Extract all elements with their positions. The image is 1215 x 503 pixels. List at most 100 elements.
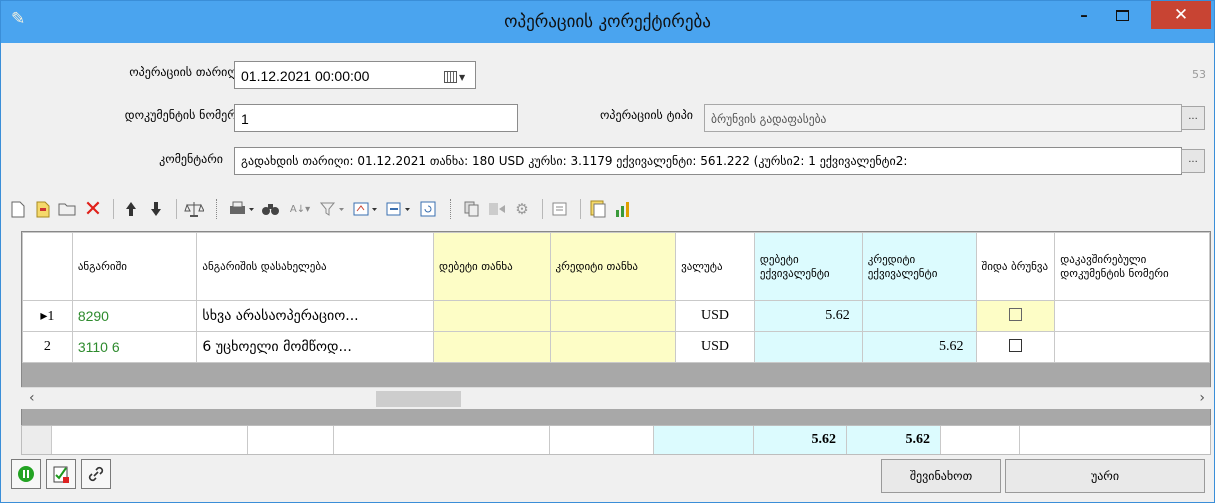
date-value: 01.12.2021 00:00:00	[241, 68, 370, 84]
pause-button[interactable]	[11, 459, 41, 489]
new-document-icon[interactable]	[7, 197, 29, 221]
totals-corner	[22, 426, 52, 454]
maximize-icon	[1115, 9, 1129, 21]
toolbar-grip	[216, 199, 219, 219]
refresh-icon[interactable]	[417, 197, 439, 221]
docnum-value: 1	[241, 111, 249, 127]
comment-value: გადახდის თარიღი: 01.12.2021 თანხა: 180 U…	[241, 154, 908, 168]
account-cell[interactable]: 3110 6	[71, 331, 198, 363]
row-number[interactable]: ▸1	[22, 300, 73, 332]
debit-equiv-cell[interactable]	[753, 331, 863, 363]
docnum-label: დოკუმენტის ნომერი	[124, 108, 243, 122]
account-name-cell[interactable]: 6 უცხოელი მომწოდ...	[196, 331, 434, 363]
total-credit-equiv: 5.62	[847, 426, 941, 454]
record-counter: 53	[1192, 68, 1206, 81]
scroll-thumb[interactable]	[376, 391, 461, 407]
entries-table: ანგარიში ანგარიშის დასახელება დებეტი თან…	[22, 232, 1210, 363]
internal-turnover-checkbox[interactable]	[1008, 307, 1022, 321]
save-button[interactable]: შევინახოთ	[881, 459, 1001, 493]
docnum-field[interactable]: 1	[234, 104, 518, 132]
text-edit-icon[interactable]	[549, 197, 571, 221]
date-field[interactable]: 01.12.2021 00:00:00	[234, 61, 476, 89]
checklist-button[interactable]	[46, 459, 76, 489]
table-row[interactable]: 2 3110 6 6 უცხოელი მომწოდ... USD 5.62	[22, 331, 1210, 363]
window-title: ოპერაციის კორექტირება	[504, 12, 711, 32]
account-name-cell[interactable]: სხვა არასაოპერაციო...	[196, 300, 434, 332]
link-button[interactable]	[81, 459, 111, 489]
move-up-icon[interactable]	[120, 197, 142, 221]
export-icon[interactable]	[384, 197, 414, 221]
date-label: ოპერაციის თარიღი	[129, 65, 243, 79]
comment-label: კომენტარი	[159, 152, 223, 166]
delete-icon[interactable]: ✕	[82, 197, 104, 222]
optype-label: ოპერაციის ტიპი	[600, 108, 693, 122]
col-account[interactable]: ანგარიში	[71, 232, 198, 301]
col-credit-equiv[interactable]: კრედიტი ექვივალენტი	[861, 232, 977, 301]
debit-equiv-cell[interactable]: 5.62	[753, 300, 863, 332]
horizontal-scrollbar[interactable]: ‹ ›	[21, 387, 1211, 409]
link-icon	[88, 466, 104, 482]
scroll-left-icon[interactable]: ‹	[29, 390, 35, 406]
find-binoculars-icon[interactable]	[260, 197, 282, 221]
column-chooser-icon[interactable]	[351, 197, 381, 221]
close-button[interactable]: ✕	[1151, 1, 1211, 29]
currency-cell[interactable]: USD	[675, 300, 755, 332]
row-number[interactable]: 2	[22, 331, 73, 363]
filter-icon[interactable]	[318, 197, 348, 221]
linked-doc-cell[interactable]	[1054, 300, 1210, 332]
linked-doc-cell[interactable]	[1054, 331, 1210, 363]
col-linked-doc[interactable]: დაკავშირებული დოკუმენტის ნომერი	[1054, 232, 1210, 301]
balance-scale-icon[interactable]	[183, 197, 205, 221]
comment-browse-button[interactable]: ...	[1181, 149, 1205, 173]
credit-amount-cell[interactable]	[549, 331, 677, 363]
credit-equiv-cell[interactable]	[861, 300, 977, 332]
optype-value: ბრუნვის გადაფასება	[711, 112, 827, 126]
toolbar-separator	[176, 199, 177, 219]
totals-blank	[334, 426, 550, 454]
cancel-button[interactable]: უარი	[1005, 459, 1205, 493]
scroll-right-icon[interactable]: ›	[1199, 390, 1205, 406]
debit-amount-cell[interactable]	[432, 331, 551, 363]
total-debit-equiv: 5.62	[754, 426, 847, 454]
print-icon[interactable]	[227, 197, 257, 221]
optype-field[interactable]: ბრუნვის გადაფასება	[704, 104, 1182, 132]
totals-blank	[550, 426, 654, 454]
copy-icon[interactable]	[461, 197, 483, 221]
comment-field[interactable]: გადახდის თარიღი: 01.12.2021 თანხა: 180 U…	[234, 147, 1182, 175]
debit-amount-cell[interactable]	[432, 300, 551, 332]
table-row[interactable]: ▸1 8290 სხვა არასაოპერაციო... USD 5.62	[22, 300, 1210, 332]
credit-amount-cell[interactable]	[549, 300, 677, 332]
col-credit-amount[interactable]: კრედიტი თანხა	[549, 232, 677, 301]
sort-az-icon[interactable]: A↓▾	[285, 197, 315, 221]
notes-icon[interactable]	[587, 197, 609, 221]
col-currency[interactable]: ვალუტა	[675, 232, 755, 301]
col-internal-turnover[interactable]: შიდა ბრუნვა	[975, 232, 1056, 301]
credit-equiv-cell[interactable]: 5.62	[861, 331, 977, 363]
distribute-icon[interactable]	[486, 197, 508, 221]
internal-turnover-checkbox[interactable]	[1008, 338, 1022, 352]
calendar-icon	[444, 71, 457, 83]
minimize-button[interactable]: –	[1067, 1, 1101, 29]
account-cell[interactable]: 8290	[71, 300, 198, 332]
title-bar[interactable]: ✎ ოპერაციის კორექტირება – ✕	[1, 1, 1214, 43]
settings-icon[interactable]: ⚙	[511, 197, 533, 221]
new-yellow-document-icon[interactable]	[32, 197, 54, 221]
toolbar-separator	[113, 199, 114, 219]
totals-row: 5.62 5.62	[21, 425, 1211, 455]
toolbar-separator	[542, 199, 543, 219]
col-account-name[interactable]: ანგარიშის დასახელება	[196, 232, 434, 301]
col-debit-amount[interactable]: დებეტი თანხა	[432, 232, 551, 301]
currency-cell[interactable]: USD	[675, 331, 755, 363]
report-chart-icon[interactable]	[612, 197, 634, 221]
toolbar-separator	[580, 199, 581, 219]
col-debit-equiv[interactable]: დებეტი ექვივალენტი	[753, 232, 863, 301]
open-folder-icon[interactable]	[57, 197, 79, 221]
calendar-dropdown-button[interactable]: ▼	[444, 69, 470, 85]
pause-icon	[18, 466, 34, 482]
optype-browse-button[interactable]: ...	[1181, 106, 1205, 130]
internal-turnover-cell	[975, 331, 1056, 363]
totals-blank	[941, 426, 1020, 454]
checklist-icon	[53, 466, 69, 483]
maximize-button[interactable]	[1105, 1, 1139, 29]
move-down-icon[interactable]	[145, 197, 167, 221]
